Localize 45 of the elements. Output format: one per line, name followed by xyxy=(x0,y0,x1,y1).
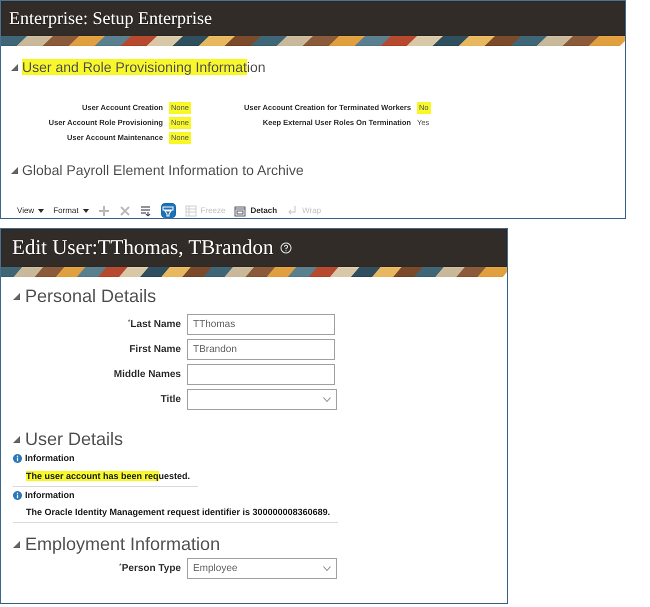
dropdown-field[interactable]: Employee xyxy=(187,558,337,579)
caret-icon xyxy=(82,208,89,212)
filter-icon xyxy=(162,204,174,216)
detach-button[interactable]: Detach xyxy=(234,204,278,216)
collapse-icon[interactable] xyxy=(11,64,18,71)
menu-button[interactable]: Format xyxy=(53,204,89,216)
grid-icon xyxy=(184,204,197,216)
window-icon xyxy=(234,204,246,216)
x-icon xyxy=(118,204,131,216)
menu-button[interactable]: View xyxy=(17,204,44,216)
section-heading: User Details xyxy=(25,428,124,450)
columns-icon xyxy=(140,204,152,216)
window-title: Edit User:TThomas, TBrandon xyxy=(12,234,274,262)
dropdown-field[interactable] xyxy=(187,389,337,410)
section-heading: Employment Information xyxy=(25,533,220,555)
collapse-icon[interactable] xyxy=(11,167,18,174)
collapse-icon[interactable] xyxy=(13,293,20,300)
section-heading: Global Payroll Element Information to Archive xyxy=(22,161,304,180)
section-heading: Personal Details xyxy=(25,285,156,308)
text-field[interactable]: TThomas xyxy=(187,314,335,335)
field-label: Middle Names xyxy=(112,368,181,382)
filter-button[interactable] xyxy=(160,203,176,218)
field-label: $^{*}$Last Name xyxy=(126,318,181,332)
field-label: $^{*}$Person Type xyxy=(118,562,181,576)
info-icon xyxy=(13,454,22,464)
message-title: Information xyxy=(25,452,74,465)
message-text: The Oracle Identity Management request identifier is 300000008360689. xyxy=(26,507,330,517)
columns-button[interactable] xyxy=(140,204,152,216)
return-arrow-icon xyxy=(286,204,298,216)
window-title: Enterprise: Setup Enterprise xyxy=(9,7,212,30)
chevron-down-icon xyxy=(323,397,331,402)
text-field[interactable] xyxy=(187,364,335,385)
caret-icon xyxy=(38,208,44,212)
text-field[interactable]: TBrandon xyxy=(187,339,335,360)
collapse-icon[interactable] xyxy=(13,436,20,442)
plus-icon xyxy=(98,204,110,216)
info-icon xyxy=(13,490,22,500)
field-label: Title xyxy=(160,393,181,407)
message-title: Information xyxy=(25,488,74,502)
section-heading: User and Role Provisioning Information xyxy=(22,58,266,77)
message-text: The user account has been requested. xyxy=(26,470,190,480)
collapse-icon[interactable] xyxy=(13,540,20,548)
field-label: First Name xyxy=(128,343,181,357)
help-icon[interactable] xyxy=(280,242,292,254)
chevron-down-icon xyxy=(323,566,331,571)
